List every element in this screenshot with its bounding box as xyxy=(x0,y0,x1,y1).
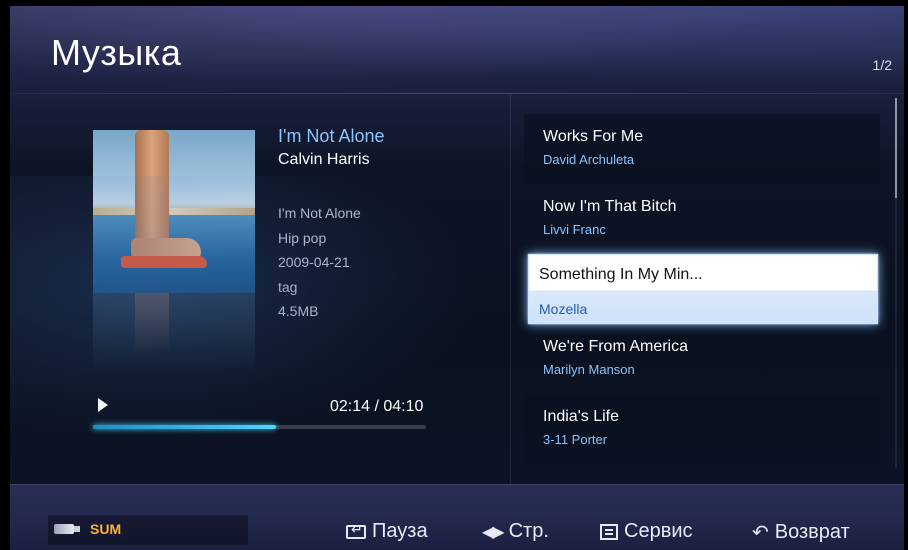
song-artist: David Archuleta xyxy=(543,152,635,167)
return-hint[interactable]: ↶ Возврат xyxy=(752,520,850,545)
page-hint[interactable]: ◀▶ Стр. xyxy=(482,520,549,543)
meta-album: I'm Not Alone xyxy=(278,205,361,221)
meta-tag: tag xyxy=(278,278,298,295)
list-item[interactable]: India's Life 3-11 Porter xyxy=(524,394,880,464)
list-item-selected[interactable]: Something In My Min... Mozella xyxy=(528,254,878,324)
panel-divider xyxy=(510,94,511,484)
tools-icon xyxy=(600,523,618,540)
play-icon[interactable] xyxy=(98,398,108,412)
music-screen: Музыка 1/2 I'm Not Alone Calvin Harris I… xyxy=(10,6,904,550)
song-title: Works For Me xyxy=(543,128,644,145)
track-info: I'm Not Alone Calvin Harris xyxy=(278,126,385,169)
tools-label: Сервис xyxy=(624,520,693,542)
return-label: Возврат xyxy=(774,520,850,543)
page-label: Стр. xyxy=(508,520,549,542)
album-art xyxy=(93,130,255,293)
header-divider xyxy=(10,93,904,94)
meta-date: 2009-04-21 xyxy=(278,254,350,270)
list-item[interactable]: Now I'm That Bitch Livvi Franc xyxy=(524,184,880,254)
track-title: I'm Not Alone xyxy=(278,126,385,146)
track-artist: Calvin Harris xyxy=(278,151,370,168)
tools-hint[interactable]: Сервис xyxy=(600,520,693,543)
device-label: SUM xyxy=(90,521,122,537)
meta-genre: Hip pop xyxy=(278,229,327,246)
left-right-arrows-icon: ◀▶ xyxy=(482,523,505,541)
return-icon: ↶ xyxy=(752,522,769,544)
enter-icon xyxy=(346,521,366,539)
pause-hint[interactable]: Пауза xyxy=(346,520,428,543)
song-artist: Marilyn Manson xyxy=(543,362,635,377)
meta-size: 4.5MB xyxy=(278,303,319,319)
pause-label: Пауза xyxy=(372,520,428,542)
selected-slot: Something In My Min... Mozella xyxy=(524,254,880,324)
progress-bar[interactable] xyxy=(93,425,426,429)
song-title: India's Life xyxy=(543,408,619,425)
song-title: Something In My Min... xyxy=(539,266,703,283)
song-title: We're From America xyxy=(543,338,689,355)
list-item[interactable]: Works For Me David Archuleta xyxy=(524,114,880,184)
time-display: 02:14 / 04:10 xyxy=(330,398,424,415)
song-artist: Livvi Franc xyxy=(543,222,606,237)
scrollbar-thumb[interactable] xyxy=(895,98,897,198)
list-item[interactable]: We're From America Marilyn Manson xyxy=(524,324,880,394)
progress-fill xyxy=(93,425,277,429)
song-title: Now I'm That Bitch xyxy=(543,198,677,215)
page-indicator: 1/2 xyxy=(872,57,892,73)
song-artist: Mozella xyxy=(539,301,588,317)
device-indicator[interactable]: SUM xyxy=(48,515,248,545)
track-meta: I'm Not Alone Hip pop 2009-04-21 tag 4.5… xyxy=(278,201,361,324)
usb-icon xyxy=(54,524,80,534)
song-artist: 3-11 Porter xyxy=(543,432,608,447)
page-title: Музыка xyxy=(51,32,182,73)
album-art-reflection xyxy=(93,293,255,373)
playlist: Works For Me David Archuleta Now I'm Tha… xyxy=(524,114,880,464)
